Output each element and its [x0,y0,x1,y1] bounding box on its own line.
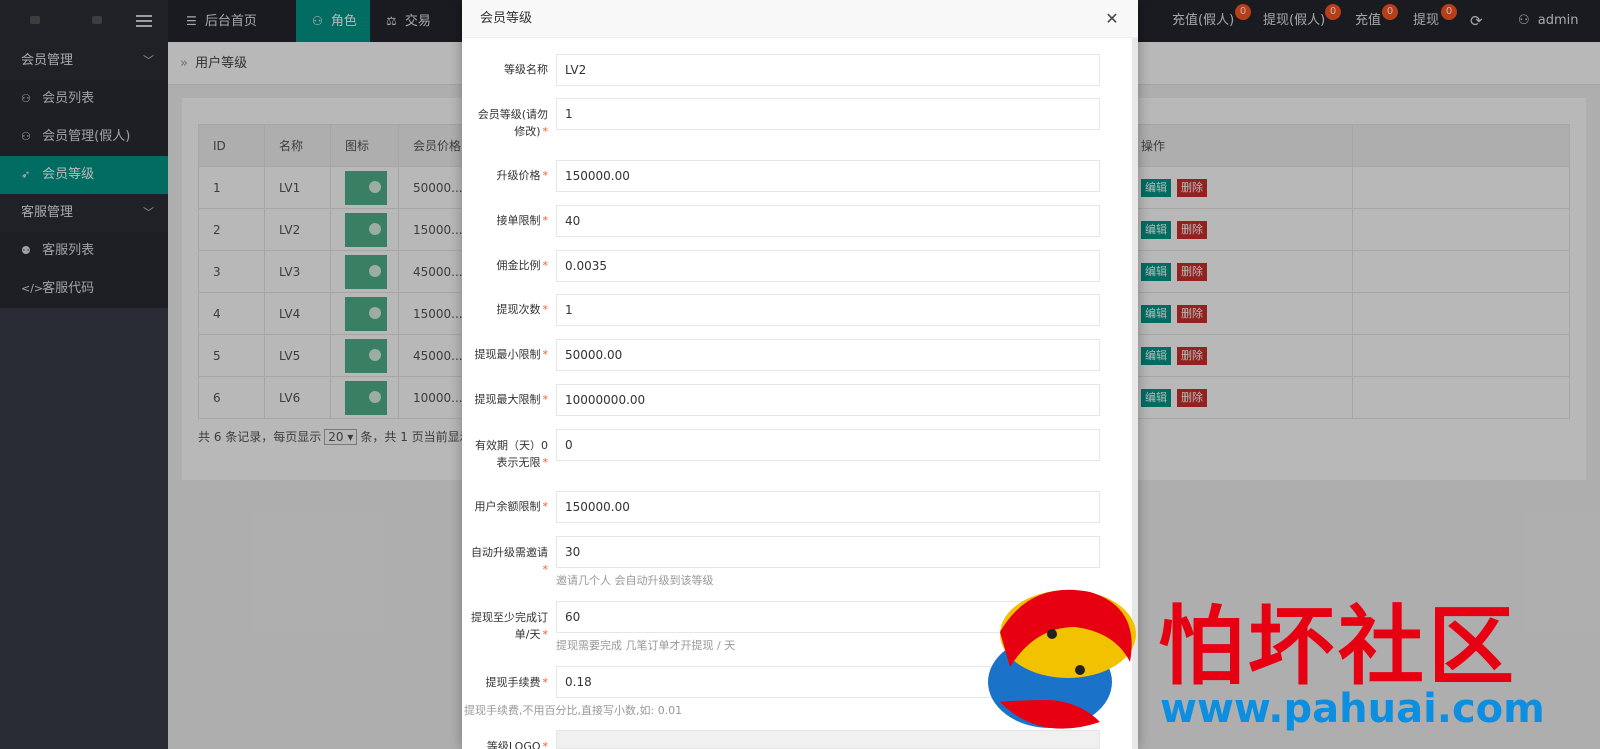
watermark-url: www.pahuai.com [1160,686,1545,732]
field-value: 30 [565,545,581,559]
field-hint: 提现需要完成 几笔订单才开提现 / 天 [556,639,736,652]
withdraw-max-input[interactable]: 10000000.00 [556,384,1100,416]
field-value: 0 [565,438,573,452]
field-label: 提现至少完成订单/天 * [471,611,548,641]
field-label: 佣金比例 * [496,259,549,272]
withdraw-min-input[interactable]: 50000.00 [556,339,1100,371]
field-value: 0.0035 [565,259,607,273]
field-hint: 邀请几个人 会自动升级到该等级 [556,574,714,587]
field-value: 50000.00 [565,348,623,362]
close-icon[interactable]: ✕ [1102,9,1122,29]
fish-logo [988,589,1136,729]
field-value: 150000.00 [565,169,630,183]
field-label: 有效期（天）0表示无限 * [475,439,548,469]
field-value: 1 [565,107,573,121]
field-label: 提现手续费 * [485,676,549,689]
field-value: 1 [565,303,573,317]
commission-rate-input[interactable]: 0.0035 [556,250,1100,282]
field-value: 40 [565,214,581,228]
modal-title: 会员等级 [480,11,533,26]
balance-limit-input[interactable]: 150000.00 [556,491,1100,523]
field-value: 60 [565,610,581,624]
validity-days-input[interactable]: 0 [556,429,1100,461]
field-label: 接单限制 * [496,214,549,227]
auto-upgrade-invite-input[interactable]: 30 [556,536,1100,568]
watermark-title: 怕坏社区 [1158,597,1518,697]
level-name-input[interactable]: LV2 [556,54,1100,86]
field-label: 提现最小限制 * [474,348,549,361]
member-level-input[interactable]: 1 [556,98,1100,130]
field-value: 150000.00 [565,500,630,514]
field-label: 用户余额限制 * [474,500,549,513]
modal-header: 会员等级 ✕ [462,0,1138,38]
field-hint: 提现手续费,不用百分比,直接写小数,如: 0.01 [464,704,683,717]
field-value: LV2 [565,63,587,77]
field-label: 等级LOGO * [486,740,548,749]
watermark: 怕坏社区 www.pahuai.com [980,572,1580,747]
field-value: 0.18 [565,675,592,689]
field-value: 10000000.00 [565,393,646,407]
field-label: 等级名称 [504,63,548,76]
upgrade-price-input[interactable]: 150000.00 [556,160,1100,192]
withdraw-count-input[interactable]: 1 [556,294,1100,326]
field-label: 提现最大限制 * [474,393,549,406]
field-label: 会员等级(请勿修改) * [477,108,548,138]
field-label: 自动升级需邀请* [471,546,548,576]
field-label: 升级价格 * [496,169,549,182]
order-limit-input[interactable]: 40 [556,205,1100,237]
field-label: 提现次数 * [496,303,549,316]
